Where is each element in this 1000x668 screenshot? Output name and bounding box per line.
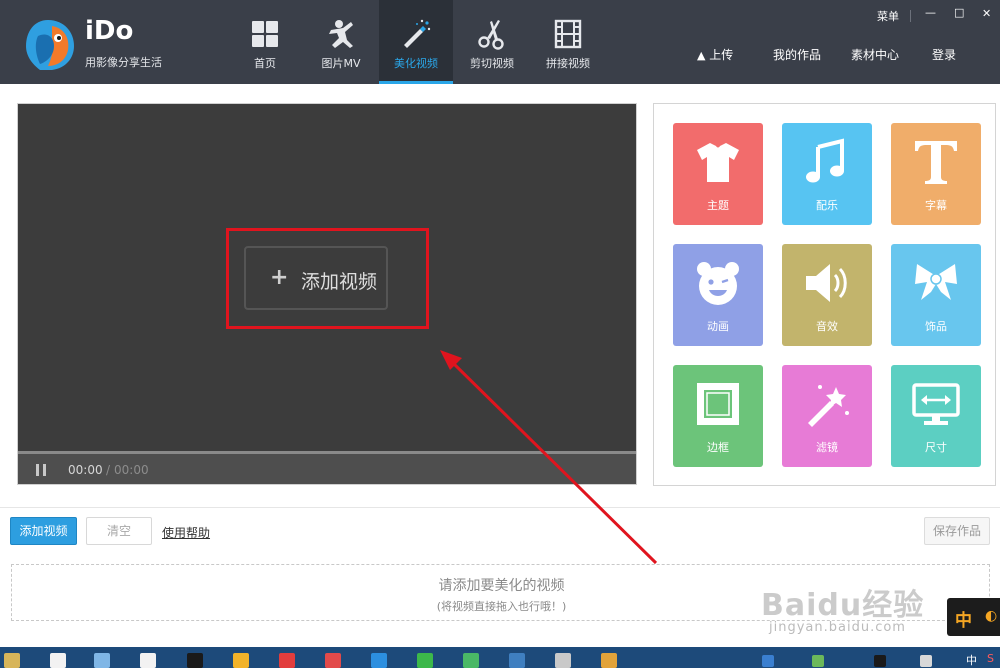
menu-separator [910,10,911,22]
tray-qq-icon[interactable] [874,655,886,667]
materials-link[interactable]: 素材中心 [851,46,899,63]
save-work-button[interactable]: 保存作品 [924,517,990,545]
photo-mv-icon [329,20,353,48]
iqiyi-icon[interactable] [417,653,433,668]
time-total: 00:00 [114,463,149,477]
ime-language-char: 中 [955,611,972,631]
nav-beautify-video-label: 美化视频 [394,57,438,70]
tool-size-label: 尺寸 [925,441,947,454]
upload-arrow-icon: ▲ [697,49,706,62]
bow-icon [915,264,957,300]
text-t-icon [915,141,957,184]
scissors-icon [478,20,504,50]
annotation-highlight-box [226,228,429,329]
tool-decoration-label: 饰品 [925,320,947,333]
time-separator: / [106,463,111,477]
watermark-url: jingyan.baidu.com [769,620,906,635]
speaker-icon [806,264,847,302]
close-button[interactable]: ✕ [982,7,991,20]
nav-cut-video-label: 剪切视频 [470,57,514,70]
tool-animation[interactable]: 动画 [673,244,763,346]
effects-panel: 主题 配乐 字幕 动画 音效 饰品 边框 滤镜 尺寸 [653,103,996,486]
watermark-brand: Baidu经验 [761,588,925,623]
stamp-frame-icon [697,383,739,425]
nav-cut-video[interactable]: 剪切视频 [455,0,529,84]
tool-size[interactable]: 尺寸 [891,365,981,467]
tshirt-icon [697,143,739,182]
app-red-icon[interactable] [325,653,341,668]
tool-subtitle-label: 字幕 [925,199,947,212]
app-gray-icon[interactable] [555,653,571,668]
title-bar: iDo 用影像分享生活 首页 图片MV 美化视频 剪切视频 拼接视频 菜单 — … [0,0,1000,84]
grid-icon [252,21,278,47]
store-icon[interactable] [50,653,66,668]
tray-sogou-icon[interactable]: S [987,652,994,665]
menu-button[interactable]: 菜单 [877,8,899,24]
tool-theme[interactable]: 主题 [673,123,763,225]
time-current: 00:00 [68,463,103,477]
tool-theme-label: 主题 [707,199,729,212]
section-divider [0,507,1000,508]
tool-music-label: 配乐 [816,199,838,212]
ido-taskbar-icon[interactable] [509,653,525,668]
nav-photo-mv-label: 图片MV [321,57,361,70]
tool-music[interactable]: 配乐 [782,123,872,225]
tray-language[interactable]: 中 [966,652,977,668]
nav-beautify-video[interactable]: 美化视频 [379,0,453,84]
tool-filter[interactable]: 滤镜 [782,365,872,467]
amazon-icon[interactable] [140,653,156,668]
magic-wand-icon [404,19,431,48]
nav-merge-video[interactable]: 拼接视频 [531,0,605,84]
film-strip-icon [554,19,582,49]
nav-photo-mv[interactable]: 图片MV [304,0,378,84]
maximize-button[interactable]: □ [954,6,964,19]
player-controls: 00:00 / 00:00 [18,454,636,484]
file-explorer-icon[interactable] [4,653,20,668]
app-yellow-icon[interactable] [233,653,249,668]
app-green-icon[interactable] [463,653,479,668]
pause-icon[interactable] [36,464,48,476]
tool-border-label: 边框 [707,441,729,454]
clear-button[interactable]: 清空 [86,517,152,545]
ime-indicator[interactable]: 中 ◐ [947,598,1000,636]
ido-logo-icon [26,20,74,70]
nav-merge-video-label: 拼接视频 [546,57,590,70]
upload-label: 上传 [709,48,734,62]
help-link[interactable]: 使用帮助 [162,524,210,541]
window-app-icon[interactable] [94,653,110,668]
qq-icon[interactable] [187,653,203,668]
login-link[interactable]: 登录 [932,46,956,63]
tool-decoration[interactable]: 饰品 [891,244,981,346]
nav-home-label: 首页 [254,57,276,70]
monitor-resize-icon [912,383,960,425]
internet-explorer-icon[interactable] [371,653,387,668]
app-slogan: 用影像分享生活 [85,56,162,69]
tray-shield-icon[interactable] [762,655,774,667]
tool-filter-label: 滤镜 [816,441,838,454]
tool-sound-effect[interactable]: 音效 [782,244,872,346]
tool-border[interactable]: 边框 [673,365,763,467]
tray-app-icon[interactable] [812,655,824,667]
app-name: iDo [85,16,134,46]
upload-link[interactable]: ▲ 上传 [697,46,733,63]
tray-network-icon[interactable] [920,655,932,667]
ime-moon-icon: ◐ [985,608,998,624]
tool-animation-label: 动画 [707,320,729,333]
chrome-icon[interactable] [601,653,617,668]
tool-sound-effect-label: 音效 [816,320,838,333]
magic-wand-icon [808,385,849,427]
tool-subtitle[interactable]: 字幕 [891,123,981,225]
windows-taskbar: 中 S [0,647,1000,668]
nav-home[interactable]: 首页 [228,0,302,84]
baidu-watermark: Baidu经验 jingyan.baidu.com [755,580,945,640]
music-note-icon [806,138,844,183]
my-works-link[interactable]: 我的作品 [773,46,821,63]
minimize-button[interactable]: — [925,6,936,19]
add-video-button[interactable]: 添加视频 [10,517,77,545]
netease-music-icon[interactable] [279,653,295,668]
video-preview: + 添加视频 00:00 / 00:00 [17,103,637,485]
bear-face-icon [697,262,739,305]
